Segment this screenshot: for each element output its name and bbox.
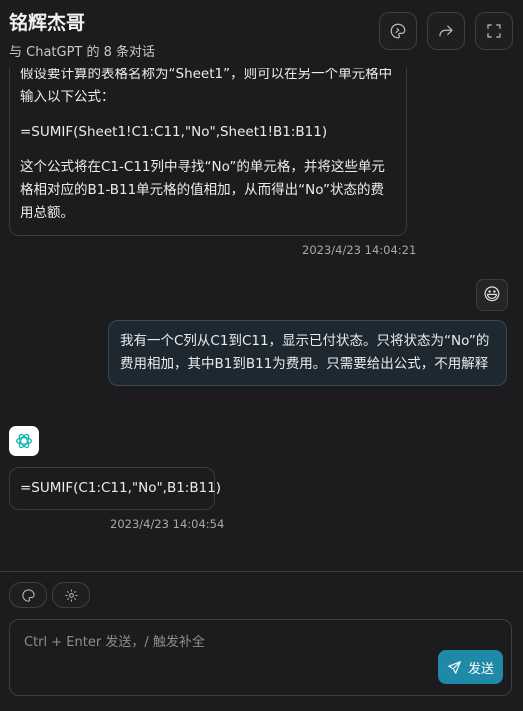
chat-header: 铭辉杰哥 与 ChatGPT 的 8 条对话 [0, 0, 523, 68]
openai-logo-icon [16, 433, 32, 449]
message-list[interactable]: 假设要计算的表格名称为“Sheet1”，则可以在另一个单元格中输入以下公式： =… [0, 68, 523, 571]
input-divider [0, 571, 523, 572]
share-button[interactable] [427, 12, 465, 50]
smile-emoji-icon: 😃 [483, 285, 501, 305]
assistant-avatar [9, 426, 39, 456]
send-button[interactable]: 发送 [438, 650, 503, 684]
gear-icon [65, 589, 77, 601]
message-paragraph: 这个公式将在C1-C11列中寻找“No”的单元格，并将这些单元格相对应的B1-B… [20, 159, 385, 221]
user-message-text: 我有一个C列从C1到C11，显示已付状态。只将状态为“No”的费用相加，其中B1… [120, 333, 490, 372]
chat-title: 铭辉杰哥 [9, 12, 86, 34]
rename-button[interactable] [379, 12, 417, 50]
assistant-message: 假设要计算的表格名称为“Sheet1”，则可以在另一个单元格中输入以下公式： =… [9, 68, 407, 236]
user-message: 我有一个C列从C1到C11，显示已付状态。只将状态为“No”的费用相加，其中B1… [108, 320, 507, 386]
palette-icon [390, 23, 406, 39]
message-input-container: 发送 [9, 619, 512, 696]
share-arrow-icon [439, 25, 453, 37]
formula-line: =SUMIF(Sheet1!C1:C11,"No",Sheet1!B1:B11) [20, 124, 328, 140]
message-paragraph: 假设要计算的表格名称为“Sheet1”，则可以在另一个单元格中输入以下公式： [20, 68, 393, 105]
theme-toggle-button[interactable] [9, 582, 47, 608]
expand-icon [487, 24, 501, 38]
settings-button[interactable] [52, 582, 90, 608]
fullscreen-button[interactable] [475, 12, 513, 50]
message-timestamp: 2023/4/23 14:04:54 [110, 517, 225, 531]
formula-line: =SUMIF(C1:C11,"No",B1:B11) [20, 480, 222, 496]
message-input[interactable] [22, 629, 426, 689]
message-timestamp: 2023/4/23 14:04:21 [302, 243, 417, 257]
chat-subtitle: 与 ChatGPT 的 8 条对话 [9, 45, 156, 60]
assistant-message: =SUMIF(C1:C11,"No",B1:B11) [9, 467, 222, 510]
send-plane-icon [447, 660, 462, 674]
palette-icon [21, 588, 35, 602]
send-label: 发送 [467, 661, 494, 677]
user-avatar: 😃 [476, 279, 508, 311]
